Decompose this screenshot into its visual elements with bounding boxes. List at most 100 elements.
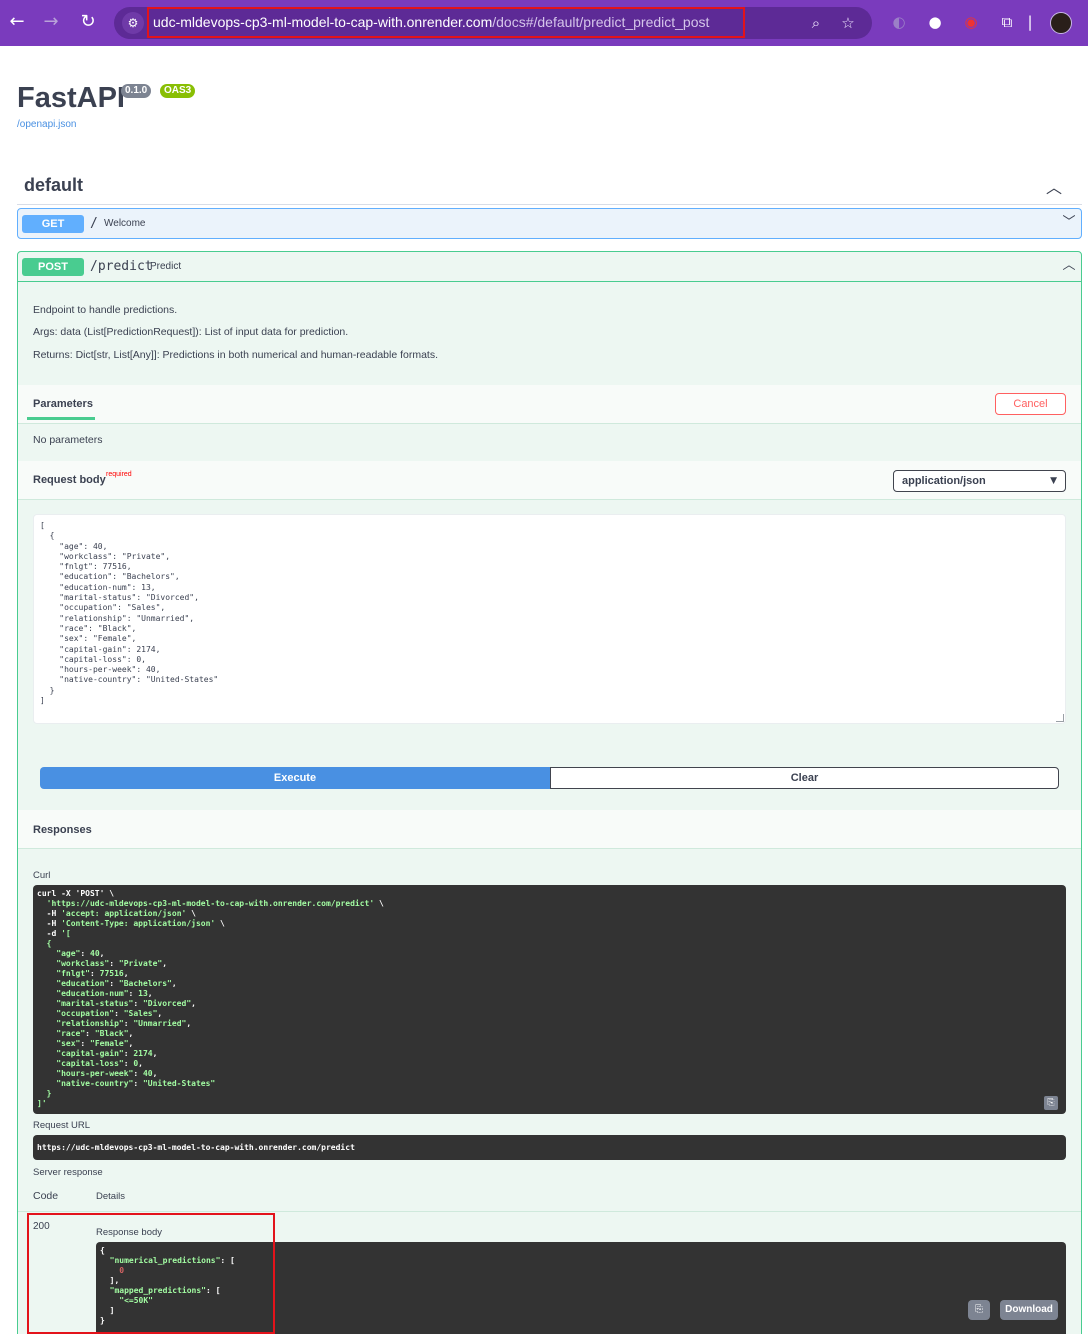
request-body-text[interactable]: [ { "age": 40, "workclass": "Private", "… [40,521,218,706]
curl-field-value: "Female" [90,1039,129,1048]
divider [17,204,1082,205]
copy-icon[interactable]: ⎘ [1044,1096,1058,1110]
curl-field-value: "Private" [118,959,163,968]
curl-field-value: 13 [138,989,148,998]
operation-path: /predict [90,259,153,274]
execute-button[interactable]: Execute [40,767,550,789]
extensions-icon[interactable]: ⧉ [996,11,1018,33]
extension-blocker-icon[interactable]: ● [924,11,946,33]
request-url-block[interactable]: https://udc-mldevops-cp3-ml-model-to-cap… [33,1135,1066,1160]
content-type-value: application/json [902,475,986,487]
details-column-header: Details [96,1191,126,1202]
highlight-annotation [27,1213,275,1334]
curl-field-value: 0 [133,1059,139,1068]
oas-badge: OAS3 [160,84,196,98]
clear-button[interactable]: Clear [550,767,1059,789]
extension-record-icon[interactable]: ◉ [960,11,982,33]
description-line: Returns: Dict[str, List[Any]]: Predictio… [33,349,439,361]
curl-field-key: "capital-loss" [56,1059,124,1068]
chevron-up-icon[interactable]: ︿ [1060,257,1078,275]
curl-code-text[interactable]: curl -X 'POST' \ 'https://udc-mldevops-c… [37,889,384,1109]
curl-field-key: "hours-per-week" [56,1069,134,1078]
avatar[interactable] [1050,12,1072,34]
curl-field-key: "fnlgt" [56,969,90,978]
back-arrow-icon[interactable]: ← [6,11,28,33]
chevron-down-icon[interactable]: ﹀ [1060,214,1078,232]
tab-parameters[interactable]: Parameters [33,398,93,410]
browser-toolbar: ← → ↻ ⚙ udc-mldevops-cp3-ml-model-to-cap… [0,0,1088,46]
curl-field-key: "native-country" [56,1079,134,1088]
divider [18,499,1081,500]
operation-summary: Welcome [104,218,146,229]
tab-underline [27,417,95,420]
tag-title[interactable]: default [24,175,83,196]
curl-field-value: 77516 [99,969,124,978]
curl-field-key: "marital-status" [56,999,134,1008]
method-badge-post: POST [22,258,84,276]
operation-summary: Predict [150,261,182,272]
forward-arrow-icon[interactable]: → [40,11,62,33]
request-body-label: Request body [33,474,106,486]
curl-field-value: "Unmarried" [133,1019,187,1028]
responses-header [18,810,1081,848]
required-label: required [106,471,132,478]
parameters-header [18,385,1081,423]
divider-icon: | [1027,13,1033,31]
copy-icon[interactable]: ⎘ [968,1300,990,1320]
url-text[interactable]: udc-mldevops-cp3-ml-model-to-cap-with.on… [147,7,745,38]
curl-field-value: "Black" [94,1029,129,1038]
download-button[interactable]: Download [1000,1300,1058,1320]
curl-field-value: "United-States" [142,1079,216,1088]
site-info-icon[interactable]: ⚙ [122,12,144,34]
operation-get-welcome[interactable]: GET / Welcome ﹀ [17,208,1082,239]
curl-field-value: 2174 [133,1049,153,1058]
divider [18,1211,1081,1212]
resize-handle-icon[interactable] [1056,714,1064,722]
content-type-select[interactable]: application/json ▼ [893,470,1066,492]
divider [18,848,1081,849]
curl-field-key: "capital-gain" [56,1049,124,1058]
curl-field-key: "relationship" [56,1019,124,1028]
version-badge: 0.1.0 [121,84,152,98]
extension-grammar-icon[interactable]: ◐ [888,11,910,33]
request-body-editor[interactable]: [ { "age": 40, "workclass": "Private", "… [33,514,1066,724]
request-url-text[interactable]: https://udc-mldevops-cp3-ml-model-to-cap… [37,1143,355,1153]
openapi-link[interactable]: /openapi.json [17,119,77,130]
url-path: /docs#/default/predict_predict_post [492,14,710,30]
bookmark-star-icon[interactable]: ☆ [838,13,858,33]
operation-path: / [90,216,98,231]
operation-post-predict: POST /predict Predict ︿ Endpoint to hand… [17,251,1082,1334]
description-line: Endpoint to handle predictions. [33,304,178,316]
curl-field-value: 40 [142,1069,153,1078]
curl-field-key: "sex" [56,1039,81,1048]
request-url-label: Request URL [33,1120,91,1131]
curl-field-value: "Sales" [123,1009,158,1018]
curl-field-key: "education" [56,979,110,988]
address-bar[interactable]: ⚙ udc-mldevops-cp3-ml-model-to-cap-with.… [114,7,872,39]
curl-label: Curl [33,870,51,881]
curl-field-key: "workclass" [56,959,110,968]
responses-label: Responses [33,824,92,836]
divider [18,423,1081,424]
curl-field-key: "occupation" [56,1009,115,1018]
zoom-icon[interactable]: ⌕ [806,13,826,33]
chevron-down-icon: ▼ [1050,476,1057,486]
page-title: FastAPI [17,82,125,114]
curl-field-key: "education-num" [56,989,129,998]
curl-field-key: "race" [56,1029,86,1038]
url-host: udc-mldevops-cp3-ml-model-to-cap-with.on… [153,14,493,30]
method-badge-get: GET [22,215,84,233]
reload-icon[interactable]: ↻ [77,11,99,33]
curl-field-value: 40 [90,949,100,958]
divider [18,281,1081,282]
chevron-up-icon[interactable]: ︿ [1044,174,1064,197]
curl-field-key: "age" [56,949,81,958]
no-parameters-text: No parameters [33,434,103,446]
code-column-header: Code [33,1190,59,1202]
curl-code-block[interactable]: curl -X 'POST' \ 'https://udc-mldevops-c… [33,885,1066,1114]
curl-field-value: "Bachelors" [118,979,172,988]
curl-field-value: "Divorced" [142,999,192,1008]
cancel-button[interactable]: Cancel [995,393,1066,415]
description-line: Args: data (List[PredictionRequest]): Li… [33,326,349,338]
server-response-label: Server response [33,1167,103,1178]
